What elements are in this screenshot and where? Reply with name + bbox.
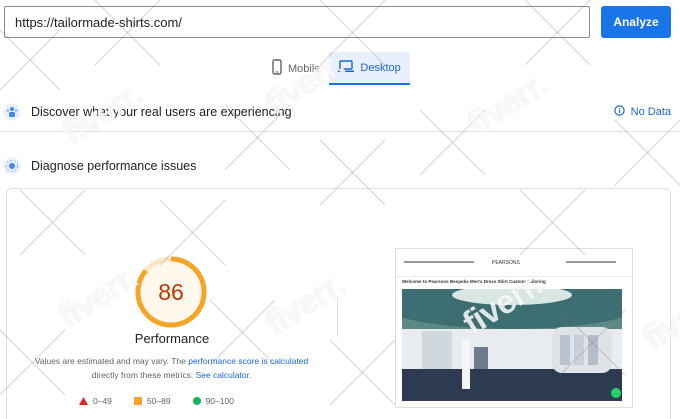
circle-icon [192,397,201,405]
performance-label: Performance [134,331,210,346]
field-data-section: Discover what your real users are experi… [0,92,680,132]
tab-mobile-label: Mobile [288,62,321,75]
field-data-title: Discover what your real users are experi… [31,104,292,119]
tab-mobile[interactable]: Mobile [263,52,329,85]
legend-fail: 0–49 [79,396,112,406]
performance-score: 86 [158,278,184,305]
legend-average: 50–89 [133,396,171,406]
screenshot-showroom-image [402,289,622,401]
page-screenshot: PEARSONS Welcome to Pearsons Bespoke Men… [395,248,633,408]
no-data-indicator[interactable]: No Data [613,104,671,119]
url-input[interactable] [4,6,590,38]
square-icon [133,397,142,405]
users-icon [3,103,21,121]
screenshot-nav: PEARSONS [396,249,632,277]
card-divider [337,297,338,337]
score-legend: 0–49 50–89 90–100 [79,396,234,406]
legend-fail-label: 0–49 [93,396,112,406]
info-icon [613,104,625,119]
tab-desktop-label: Desktop [360,61,401,74]
analyze-button[interactable]: Analyze [601,6,671,38]
score-calculated-link[interactable]: performance score is calculated [188,356,308,366]
lab-icon [3,157,21,175]
performance-card: 86 Performance Values are estimated and … [6,188,671,419]
screenshot-nav-links [404,261,474,263]
screenshot-headline: Welcome to Pearsons Bespoke Men's Dress … [402,279,546,284]
legend-pass: 90–100 [192,396,234,406]
calculator-link[interactable]: See calculator [196,370,249,380]
smartphone-icon [272,59,282,78]
screenshot-nav-right [566,261,616,263]
disclaimer-text-1: Values are estimated and may vary. The [34,356,186,366]
legend-pass-label: 90–100 [205,396,234,406]
diagnose-title: Diagnose performance issues [31,159,197,173]
screenshot-brand: PEARSONS [492,260,520,266]
legend-average-label: 50–89 [146,396,171,406]
diagnose-section: Diagnose performance issues [0,146,680,186]
triangle-icon [79,397,88,405]
device-tabs: Mobile Desktop [263,52,410,85]
disclaimer-period: . [248,370,252,380]
disclaimer-text-2: directly from these metrics. [91,370,194,380]
no-data-label: No Data [630,105,671,118]
tab-desktop[interactable]: Desktop [329,52,410,85]
score-disclaimer: Values are estimated and may vary. The p… [19,354,324,382]
laptop-icon [338,59,355,76]
